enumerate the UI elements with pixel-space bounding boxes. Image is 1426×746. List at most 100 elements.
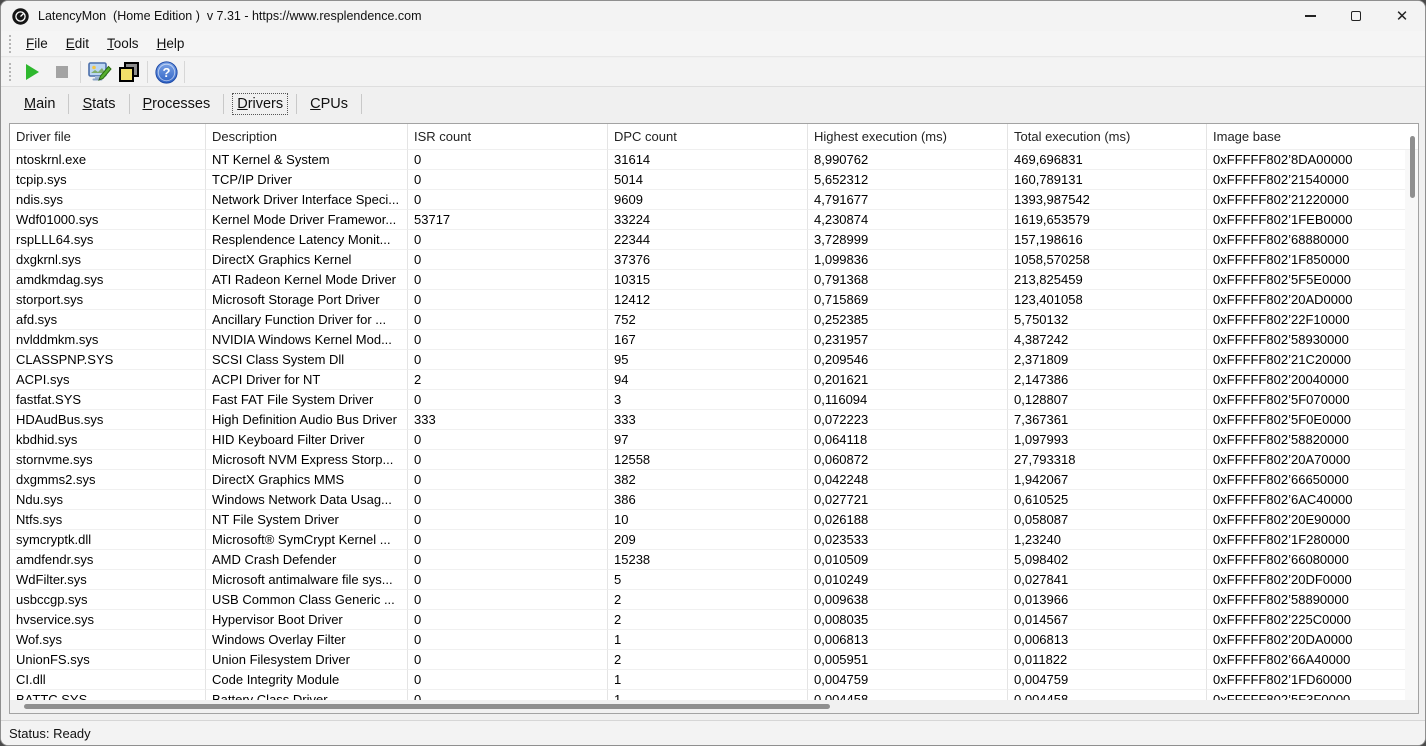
menu-bar: File Edit Tools Help (1, 31, 1425, 57)
column-header-dpc-count[interactable]: DPC count (608, 124, 808, 150)
table-row[interactable]: HDAudBus.sys High Definition Audio Bus D… (10, 410, 1418, 430)
table-row[interactable]: CLASSPNP.SYS SCSI Class System Dll 0 95 … (10, 350, 1418, 370)
cell-description: ATI Radeon Kernel Mode Driver (206, 270, 408, 290)
maximize-button[interactable] (1333, 1, 1379, 31)
minimize-button[interactable] (1287, 1, 1333, 31)
close-button[interactable]: ✕ (1379, 1, 1425, 31)
tab-drivers[interactable]: Drivers (233, 94, 287, 114)
column-header-highest-execution[interactable]: Highest execution (ms) (808, 124, 1008, 150)
table-row[interactable]: ndis.sys Network Driver Interface Speci.… (10, 190, 1418, 210)
column-header-total-execution[interactable]: Total execution (ms) (1008, 124, 1207, 150)
cell-isr-count: 0 (408, 150, 608, 170)
table-row[interactable]: UnionFS.sys Union Filesystem Driver 0 2 … (10, 650, 1418, 670)
cell-description: Fast FAT File System Driver (206, 390, 408, 410)
cell-description: HID Keyboard Filter Driver (206, 430, 408, 450)
cell-highest-execution: 0,116094 (808, 390, 1008, 410)
cell-image-base: 0xFFFFF802’58820000 (1207, 430, 1418, 450)
table-row[interactable]: dxgmms2.sys DirectX Graphics MMS 0 382 0… (10, 470, 1418, 490)
cell-image-base: 0xFFFFF802’20040000 (1207, 370, 1418, 390)
cell-highest-execution: 0,715869 (808, 290, 1008, 310)
cell-description: Windows Overlay Filter (206, 630, 408, 650)
status-bar: Status: Ready (1, 720, 1425, 746)
cell-dpc-count: 10315 (608, 270, 808, 290)
table-row[interactable]: amdkmdag.sys ATI Radeon Kernel Mode Driv… (10, 270, 1418, 290)
toolbar-separator (80, 61, 81, 83)
cell-dpc-count: 209 (608, 530, 808, 550)
copy-button[interactable] (114, 59, 144, 85)
tab-main[interactable]: Main (20, 94, 59, 114)
start-monitor-button[interactable] (17, 59, 47, 85)
cell-total-execution: 0,006813 (1008, 630, 1207, 650)
table-row[interactable]: ACPI.sys ACPI Driver for NT 2 94 0,20162… (10, 370, 1418, 390)
toolbar-grip-handle[interactable] (9, 63, 12, 81)
cell-image-base: 0xFFFFF802’20A70000 (1207, 450, 1418, 470)
cell-driver-file: dxgmms2.sys (10, 470, 206, 490)
menu-help[interactable]: Help (148, 36, 194, 51)
tab-stats[interactable]: Stats (78, 94, 119, 114)
horizontal-scrollbar-track[interactable] (10, 700, 1418, 713)
report-button[interactable] (84, 59, 114, 85)
stop-icon (56, 66, 68, 78)
cell-isr-count: 0 (408, 230, 608, 250)
table-row[interactable]: nvlddmkm.sys NVIDIA Windows Kernel Mod..… (10, 330, 1418, 350)
cell-highest-execution: 3,728999 (808, 230, 1008, 250)
table-row[interactable]: Ndu.sys Windows Network Data Usag... 0 3… (10, 490, 1418, 510)
column-header-image-base[interactable]: Image base (1207, 124, 1418, 150)
table-row[interactable]: Wof.sys Windows Overlay Filter 0 1 0,006… (10, 630, 1418, 650)
horizontal-scrollbar-thumb[interactable] (24, 704, 830, 709)
monitor-pencil-icon (86, 60, 112, 84)
menu-file[interactable]: File (17, 36, 57, 51)
cell-total-execution: 2,371809 (1008, 350, 1207, 370)
cell-highest-execution: 0,027721 (808, 490, 1008, 510)
cell-description: ACPI Driver for NT (206, 370, 408, 390)
cell-dpc-count: 752 (608, 310, 808, 330)
menubar-grip-handle[interactable] (9, 35, 12, 53)
cell-image-base: 0xFFFFF802’8DA00000 (1207, 150, 1418, 170)
menu-tools[interactable]: Tools (98, 36, 148, 51)
help-button[interactable]: ? (151, 59, 181, 85)
cell-driver-file: UnionFS.sys (10, 650, 206, 670)
cell-isr-count: 0 (408, 590, 608, 610)
table-row[interactable]: afd.sys Ancillary Function Driver for ..… (10, 310, 1418, 330)
cell-highest-execution: 0,201621 (808, 370, 1008, 390)
table-row[interactable]: stornvme.sys Microsoft NVM Express Storp… (10, 450, 1418, 470)
cell-highest-execution: 0,006813 (808, 630, 1008, 650)
tab-processes[interactable]: Processes (139, 94, 215, 114)
table-row[interactable]: fastfat.SYS Fast FAT File System Driver … (10, 390, 1418, 410)
cell-description: DirectX Graphics Kernel (206, 250, 408, 270)
cell-description: Microsoft® SymCrypt Kernel ... (206, 530, 408, 550)
cell-highest-execution: 0,010509 (808, 550, 1008, 570)
column-header-description[interactable]: Description (206, 124, 408, 150)
table-row[interactable]: symcryptk.dll Microsoft® SymCrypt Kernel… (10, 530, 1418, 550)
tab-cpus[interactable]: CPUs (306, 94, 352, 114)
vertical-scrollbar-track[interactable] (1405, 150, 1418, 700)
table-row[interactable]: amdfendr.sys AMD Crash Defender 0 15238 … (10, 550, 1418, 570)
cell-image-base: 0xFFFFF802’1FEB0000 (1207, 210, 1418, 230)
cell-total-execution: 157,198616 (1008, 230, 1207, 250)
table-row[interactable]: ntoskrnl.exe NT Kernel & System 0 31614 … (10, 150, 1418, 170)
vertical-scrollbar-thumb[interactable] (1410, 136, 1415, 198)
table-row[interactable]: hvservice.sys Hypervisor Boot Driver 0 2… (10, 610, 1418, 630)
table-row[interactable]: dxgkrnl.sys DirectX Graphics Kernel 0 37… (10, 250, 1418, 270)
table-row[interactable]: usbccgp.sys USB Common Class Generic ...… (10, 590, 1418, 610)
column-header-isr-count[interactable]: ISR count (408, 124, 608, 150)
column-header-driver-file[interactable]: Driver file (10, 124, 206, 150)
table-row[interactable]: WdFilter.sys Microsoft antimalware file … (10, 570, 1418, 590)
cell-dpc-count: 12412 (608, 290, 808, 310)
table-row[interactable]: Ntfs.sys NT File System Driver 0 10 0,02… (10, 510, 1418, 530)
cell-dpc-count: 5014 (608, 170, 808, 190)
cell-isr-count: 0 (408, 550, 608, 570)
table-row[interactable]: tcpip.sys TCP/IP Driver 0 5014 5,652312 … (10, 170, 1418, 190)
menu-edit[interactable]: Edit (57, 36, 98, 51)
table-row[interactable]: rspLLL64.sys Resplendence Latency Monit.… (10, 230, 1418, 250)
table-row[interactable]: Wdf01000.sys Kernel Mode Driver Framewor… (10, 210, 1418, 230)
cell-description: Hypervisor Boot Driver (206, 610, 408, 630)
cell-isr-count: 0 (408, 570, 608, 590)
table-row[interactable]: kbdhid.sys HID Keyboard Filter Driver 0 … (10, 430, 1418, 450)
cell-dpc-count: 2 (608, 650, 808, 670)
table-row[interactable]: CI.dll Code Integrity Module 0 1 0,00475… (10, 670, 1418, 690)
table-row[interactable]: storport.sys Microsoft Storage Port Driv… (10, 290, 1418, 310)
cell-highest-execution: 0,252385 (808, 310, 1008, 330)
stop-monitor-button[interactable] (47, 59, 77, 85)
tab-separator (361, 94, 362, 114)
